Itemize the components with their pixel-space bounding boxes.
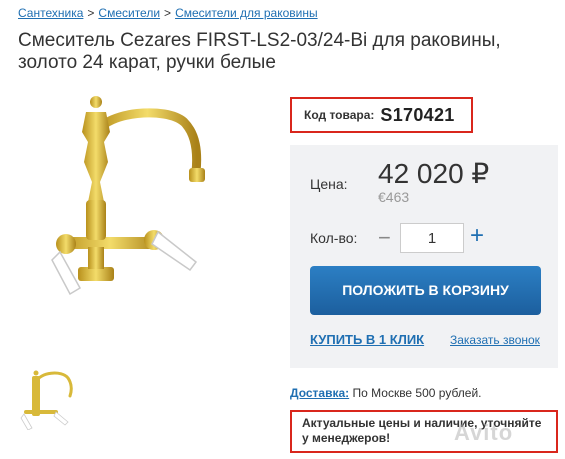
breadcrumb-link-faucets[interactable]: Смесители <box>98 6 160 20</box>
breadcrumb-link-basin-faucets[interactable]: Смесители для раковины <box>175 6 318 20</box>
add-to-cart-button[interactable]: ПОЛОЖИТЬ В КОРЗИНУ <box>310 266 541 315</box>
product-code-box: Код товара: S170421 <box>290 97 473 133</box>
faucet-thumbnail-image[interactable] <box>18 368 76 430</box>
breadcrumb-link-plumbing[interactable]: Сантехника <box>18 6 83 20</box>
product-code-label: Код товара: <box>304 108 375 122</box>
delivery-text: По Москве 500 рублей. <box>352 386 482 400</box>
delivery-info: Доставка: По Москве 500 рублей. <box>290 386 482 400</box>
price-alt-currency: €463 <box>378 189 410 205</box>
price-value: 42 020 ₽ <box>378 158 490 189</box>
avito-watermark: Avito <box>454 420 514 445</box>
price-notice: Актуальные цены и наличие, уточняйте у м… <box>290 410 558 453</box>
purchase-panel: Цена: 42 020 ₽ €463 Кол-во: − + ПОЛОЖИТЬ… <box>290 145 558 368</box>
faucet-product-image[interactable] <box>46 92 206 297</box>
quantity-increase-button[interactable]: + <box>470 222 484 250</box>
quantity-decrease-button[interactable]: − <box>378 225 391 251</box>
product-code-value: S170421 <box>380 104 455 125</box>
delivery-link[interactable]: Доставка: <box>290 386 349 400</box>
breadcrumb-separator: > <box>87 6 95 20</box>
breadcrumb-separator: > <box>164 6 172 20</box>
buy-one-click-link[interactable]: КУПИТЬ В 1 КЛИК <box>310 332 424 347</box>
quantity-input[interactable] <box>400 223 464 253</box>
breadcrumb: Сантехника > Смесители > Смесители для раков… <box>18 6 318 20</box>
quantity-label: Кол-во: <box>310 230 358 246</box>
price-label: Цена: <box>310 176 348 192</box>
request-callback-link[interactable]: Заказать звонок <box>450 333 540 347</box>
page-title: Смеситель Cezares FIRST-LS2-03/24-Bi для… <box>18 30 501 73</box>
